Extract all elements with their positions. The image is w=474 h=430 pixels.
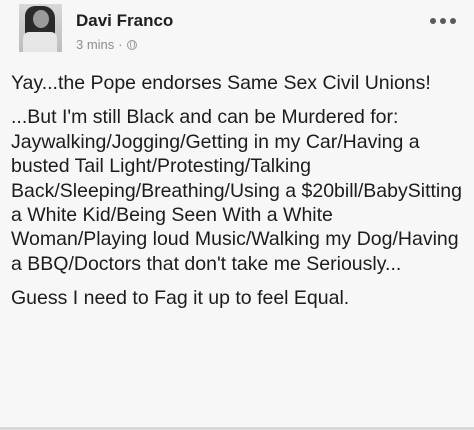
more-dots-icon	[430, 18, 436, 24]
avatar-face	[33, 10, 49, 28]
facebook-post: Davi Franco 3 mins · Yay...the Pope endo…	[0, 0, 474, 430]
author-name-link[interactable]: Davi Franco	[76, 11, 173, 31]
avatar-shirt	[23, 32, 57, 52]
post-paragraph: ...But I'm still Black and can be Murder…	[11, 106, 462, 275]
more-dots-icon	[450, 18, 456, 24]
post-paragraph: Guess I need to Fag it up to feel Equal.	[11, 287, 350, 310]
avatar[interactable]	[19, 4, 62, 52]
post-timestamp[interactable]: 3 mins	[76, 37, 114, 52]
post-paragraph: Yay...the Pope endorses Same Sex Civil U…	[11, 72, 431, 94]
globe-icon[interactable]	[126, 39, 137, 50]
meta-separator: ·	[118, 37, 123, 52]
more-dots-icon	[440, 18, 446, 24]
more-options-button[interactable]	[430, 14, 456, 28]
post-meta: 3 mins ·	[76, 37, 137, 52]
post-body: Yay...the Pope endorses Same Sex Civil U…	[11, 71, 467, 311]
